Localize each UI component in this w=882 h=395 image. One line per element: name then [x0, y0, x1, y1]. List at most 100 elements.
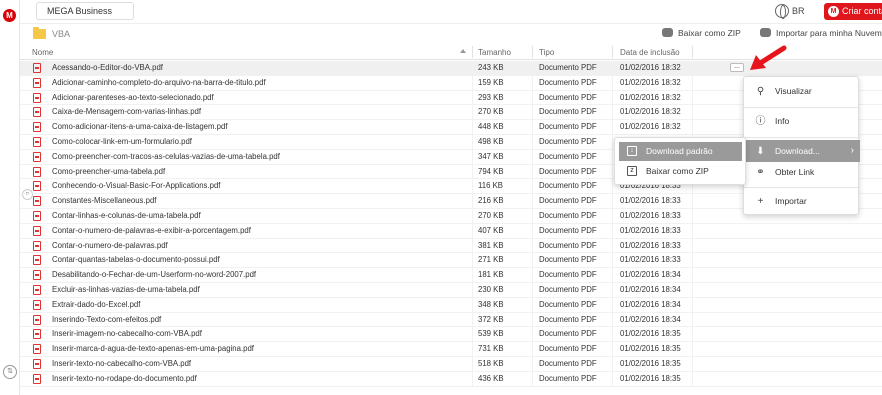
- menu-item-download-label: Download...: [775, 146, 820, 156]
- table-row[interactable]: Inserir-texto-no-rodape-do-documento.pdf…: [20, 371, 882, 387]
- file-name[interactable]: Como-preencher-com-tracos-as-celulas-vaz…: [52, 152, 280, 161]
- file-size: 731 KB: [478, 344, 504, 354]
- create-account-button[interactable]: M Criar conta: [824, 3, 882, 20]
- file-size: 159 KB: [478, 77, 504, 87]
- file-name[interactable]: Adicionar-parenteses-ao-texto-selecionad…: [52, 93, 214, 102]
- search-icon: ⚲: [756, 86, 765, 97]
- import-to-cloud-label: Importar para minha Nuvem: [776, 28, 882, 38]
- submenu-download-standard-label: Download padrão: [646, 146, 713, 156]
- file-name[interactable]: Contar-linhas-e-colunas-de-uma-tabela.pd…: [52, 211, 201, 220]
- table-row[interactable]: Contar-o-numero-de-palavras-e-exibir-a-p…: [20, 223, 882, 239]
- file-name[interactable]: Contar-quantas-tabelas-o-documento-possu…: [52, 255, 220, 264]
- table-row[interactable]: Inserir-marca-d-agua-de-texto-apenas-em-…: [20, 342, 882, 357]
- file-name[interactable]: Desabilitando-o-Fechar-de-um-Userform-no…: [52, 270, 256, 279]
- table-row[interactable]: Desabilitando-o-Fechar-de-um-Userform-no…: [20, 268, 882, 283]
- menu-item-import[interactable]: + Importar: [744, 190, 860, 212]
- pdf-file-icon: [33, 358, 41, 369]
- more-options-button[interactable]: ...: [730, 63, 744, 72]
- download-zip-button[interactable]: Baixar como ZIP: [662, 28, 741, 38]
- table-row[interactable]: Inserir-imagem-no-cabecalho-com-VBA.pdf 5…: [20, 327, 882, 343]
- file-date: 01/02/2016 18:33: [620, 255, 681, 265]
- breadcrumb-folder[interactable]: VBA: [52, 29, 70, 39]
- file-name[interactable]: Contar-o-numero-de-palavras-e-exibir-a-p…: [52, 226, 251, 235]
- column-type[interactable]: Tipo: [539, 48, 554, 57]
- import-to-cloud-button[interactable]: Importar para minha Nuvem: [760, 28, 882, 38]
- language-selector[interactable]: BR: [792, 6, 805, 16]
- pdf-file-icon: [33, 284, 41, 295]
- file-date: 01/02/2016 18:33: [620, 210, 681, 220]
- column-size[interactable]: Tamanho: [478, 48, 511, 57]
- submenu-download-zip[interactable]: z Baixar como ZIP: [619, 162, 742, 181]
- account-tab[interactable]: MEGA Business: [36, 2, 134, 20]
- file-type: Documento PDF: [539, 225, 597, 235]
- file-date: 01/02/2016 18:35: [620, 373, 681, 383]
- table-row[interactable]: Inserir-texto-no-cabecalho-com-VBA.pdf 51…: [20, 356, 882, 372]
- file-name[interactable]: Excluir-as-linhas-vazias-de-uma-tabela.p…: [52, 285, 200, 294]
- table-row[interactable]: Inserindo-Texto-com-efeitos.pdf 372 KB Doc…: [20, 312, 882, 328]
- file-name[interactable]: Como-colocar-link-em-um-formulario.pdf: [52, 137, 192, 146]
- file-size: 381 KB: [478, 240, 504, 250]
- menu-item-get-link[interactable]: ⚭ Obter Link: [744, 161, 860, 183]
- pdf-file-icon: [33, 166, 41, 177]
- file-name[interactable]: Inserir-texto-no-cabecalho-com-VBA.pdf: [52, 359, 191, 368]
- pdf-file-icon: [33, 270, 41, 281]
- file-type: Documento PDF: [539, 77, 597, 87]
- file-name[interactable]: Extrair-dado-do-Excel.pdf: [52, 300, 140, 309]
- download-submenu: ↓ Download padrão z Baixar como ZIP: [614, 137, 746, 185]
- pdf-file-icon: [33, 107, 41, 118]
- file-size: 270 KB: [478, 107, 504, 117]
- file-date: 01/02/2016 18:33: [620, 240, 681, 250]
- file-date: 01/02/2016 18:35: [620, 358, 681, 368]
- pdf-file-icon: [33, 344, 41, 355]
- sort-ascending-icon[interactable]: [460, 49, 466, 53]
- file-type: Documento PDF: [539, 136, 597, 146]
- file-name[interactable]: Inserir-imagem-no-cabecalho-com-VBA.pdf: [52, 329, 202, 338]
- file-name[interactable]: Inserir-texto-no-rodape-do-documento.pdf: [52, 374, 197, 383]
- table-row[interactable]: Excluir-as-linhas-vazias-de-uma-tabela.p…: [20, 282, 882, 298]
- file-size: 181 KB: [478, 270, 504, 280]
- globe-icon[interactable]: [775, 4, 789, 19]
- pdf-file-icon: [33, 299, 41, 310]
- cloud-icon: [760, 28, 771, 37]
- file-name[interactable]: Adicionar-caminho-completo-do-arquivo-na…: [52, 78, 266, 87]
- menu-divider: [744, 107, 860, 108]
- file-type: Documento PDF: [539, 151, 597, 161]
- menu-item-download[interactable]: ⬇ Download... ›: [744, 140, 860, 162]
- file-name[interactable]: Inserir-marca-d-agua-de-texto-apenas-em-…: [52, 344, 254, 353]
- file-type: Documento PDF: [539, 299, 597, 309]
- mega-badge-icon: M: [828, 6, 839, 17]
- submenu-download-standard[interactable]: ↓ Download padrão: [619, 142, 742, 161]
- file-name[interactable]: Constantes-Miscellaneous.pdf: [52, 196, 156, 205]
- folder-icon: [33, 27, 46, 39]
- file-size: 372 KB: [478, 314, 504, 324]
- table-row[interactable]: Contar-quantas-tabelas-o-documento-possu…: [20, 253, 882, 269]
- table-row[interactable]: Contar-o-numero-de-palavras.pdf 381 KB Doc…: [20, 238, 882, 254]
- red-arrow-annotation: [750, 45, 787, 70]
- file-size: 794 KB: [478, 166, 504, 176]
- breadcrumb-bar: VBA Baixar como ZIP Importar para minha …: [20, 24, 882, 46]
- column-date[interactable]: Data de inclusão: [620, 48, 680, 57]
- menu-divider: [744, 187, 860, 188]
- file-date: 01/02/2016 18:35: [620, 344, 681, 354]
- column-name[interactable]: Nome: [32, 48, 53, 57]
- file-name[interactable]: Como-preencher-uma-tabela.pdf: [52, 167, 165, 176]
- file-name[interactable]: Como-adicionar-itens-a-uma-caixa-de-list…: [52, 122, 228, 131]
- file-name[interactable]: Inserindo-Texto-com-efeitos.pdf: [52, 315, 161, 324]
- menu-item-preview[interactable]: ⚲ Visualizar: [744, 80, 860, 102]
- pdf-file-icon: [33, 329, 41, 340]
- file-name[interactable]: Contar-o-numero-de-palavras.pdf: [52, 241, 168, 250]
- pdf-file-icon: [33, 255, 41, 266]
- file-date: 01/02/2016 18:33: [620, 196, 681, 206]
- menu-item-info[interactable]: ⓘ Info: [744, 110, 860, 132]
- file-type: Documento PDF: [539, 210, 597, 220]
- menu-item-import-label: Importar: [775, 196, 807, 206]
- download-icon: ⬇: [756, 146, 765, 157]
- file-size: 498 KB: [478, 136, 504, 146]
- table-row[interactable]: Extrair-dado-do-Excel.pdf 348 KB Documento…: [20, 297, 882, 313]
- file-name[interactable]: Caixa-de-Mensagem-com-varias-linhas.pdf: [52, 107, 201, 116]
- file-name[interactable]: Conhecendo-o-Visual-Basic-For-Applicatio…: [52, 181, 220, 190]
- file-type: Documento PDF: [539, 122, 597, 132]
- mega-logo[interactable]: M: [3, 9, 16, 22]
- file-name[interactable]: Acessando-o-Editor-do-VBA.pdf: [52, 63, 163, 72]
- transfers-icon[interactable]: ⇅: [3, 365, 17, 379]
